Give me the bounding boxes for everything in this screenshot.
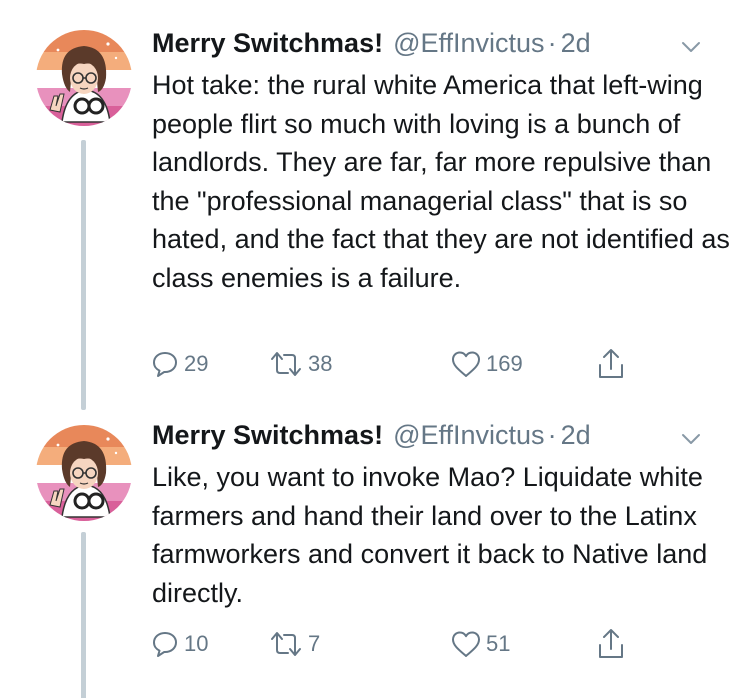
like-button[interactable]: 51 — [450, 626, 510, 662]
retweet-count: 7 — [308, 631, 321, 656]
display-name[interactable]: Merry Switchmas! — [152, 28, 383, 59]
reply-count: 10 — [184, 631, 209, 656]
retweet-button[interactable]: 7 — [268, 626, 320, 662]
tweet-thread: Merry Switchmas! @EffInvictus · 2d Hot t… — [0, 0, 750, 698]
timestamp[interactable]: 2d — [561, 28, 591, 59]
thread-connector-line — [81, 140, 86, 410]
reply-button[interactable]: 10 — [150, 626, 208, 662]
avatar-image — [36, 425, 132, 521]
tweet-actions: 29 38 169 — [150, 346, 650, 382]
heart-icon — [452, 351, 480, 377]
reply-icon — [153, 632, 177, 657]
display-name[interactable]: Merry Switchmas! — [152, 420, 383, 451]
separator-dot: · — [547, 28, 557, 58]
retweet-icon — [271, 632, 301, 656]
tweet-actions: 10 7 51 — [150, 626, 650, 662]
tweet-text: Like, you want to invoke Mao? Liquidate … — [152, 462, 708, 608]
user-handle[interactable]: @EffInvictus — [393, 28, 544, 59]
retweet-button[interactable]: 38 — [268, 346, 332, 382]
like-count: 51 — [486, 631, 511, 656]
like-button[interactable]: 169 — [450, 346, 523, 382]
tweet-text: Hot take: the rural white America that l… — [152, 70, 730, 293]
share-icon — [599, 629, 623, 658]
retweet-count: 38 — [308, 351, 333, 376]
thread-connector-line — [81, 532, 86, 698]
chevron-down-icon[interactable] — [680, 36, 702, 58]
chevron-down-icon[interactable] — [680, 428, 702, 450]
tweet[interactable]: Merry Switchmas! @EffInvictus · 2d Hot t… — [0, 0, 750, 410]
heart-icon — [452, 631, 480, 657]
like-count: 169 — [486, 351, 523, 376]
tweet[interactable]: Merry Switchmas! @EffInvictus · 2d Like,… — [0, 400, 750, 698]
avatar[interactable] — [36, 30, 132, 126]
separator-dot: · — [547, 420, 557, 450]
share-icon — [599, 349, 623, 378]
tweet-header: Merry Switchmas! @EffInvictus · 2d — [152, 420, 726, 460]
reply-button[interactable]: 29 — [150, 346, 208, 382]
reply-count: 29 — [184, 351, 209, 376]
timestamp[interactable]: 2d — [561, 420, 591, 451]
tweet-header: Merry Switchmas! @EffInvictus · 2d — [152, 28, 726, 68]
user-handle[interactable]: @EffInvictus — [393, 420, 544, 451]
retweet-icon — [271, 352, 301, 376]
avatar-image — [36, 30, 132, 126]
avatar[interactable] — [36, 425, 132, 521]
share-button[interactable] — [596, 346, 626, 382]
share-button[interactable] — [596, 626, 626, 662]
reply-icon — [153, 352, 177, 377]
